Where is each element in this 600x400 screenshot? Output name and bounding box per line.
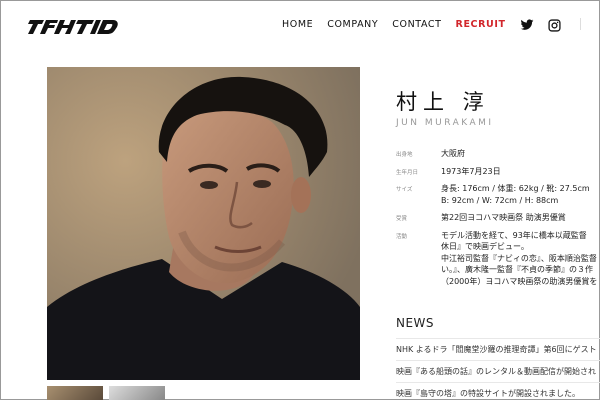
- nav-recruit[interactable]: RECRUIT: [456, 19, 506, 30]
- thumbnail-2[interactable]: [109, 386, 165, 400]
- header-divider: [580, 18, 581, 30]
- info-row-birthday: 生年月日 1973年7月23日: [396, 166, 600, 178]
- info-row-size: サイズ 身長: 176cm / 体重: 62kg / 靴: 27.5cm B: …: [396, 183, 600, 206]
- info-label: 出身地: [396, 152, 413, 158]
- info-value: 身長: 176cm / 体重: 62kg / 靴: 27.5cm B: 92cm…: [441, 184, 590, 205]
- info-label: 生年月日: [396, 169, 419, 176]
- photo-thumbnails: [47, 386, 165, 400]
- info-label: 活動: [396, 233, 408, 240]
- info-value: 1973年7月23日: [441, 166, 501, 176]
- nav-company[interactable]: COMPANY: [327, 19, 378, 30]
- profile-name-en: JUN MURAKAMI: [396, 118, 494, 128]
- info-row-birthplace: 出身地 大阪府: [396, 148, 600, 160]
- news-heading: NEWS: [396, 316, 435, 330]
- nav-home[interactable]: HOME: [282, 19, 313, 30]
- news-item[interactable]: NHK よるドラ「閻魔堂沙羅の推理奇譚」第6回にゲスト: [396, 338, 600, 361]
- info-row-career: 活動 モデル活動を経て、93年に橋本以蔵監督 休日』で映画デビュー。 中江裕司監…: [396, 230, 600, 288]
- info-value: 第22回ヨコハマ映画祭 助演男優賞: [441, 213, 566, 222]
- profile-photo: [47, 67, 360, 380]
- news-item[interactable]: 映画『ある船頭の話』のレンタル＆動画配信が開始され: [396, 361, 600, 383]
- twitter-icon[interactable]: [520, 17, 534, 31]
- info-label: サイズ: [396, 187, 413, 193]
- info-label: 受賞: [396, 216, 408, 222]
- brand-logo-mark: [28, 20, 118, 34]
- profile-name-jp: 村上 淳: [396, 90, 490, 114]
- social-links: [520, 17, 562, 32]
- news-item[interactable]: 映画『島守の塔』の特設サイトが開設されました。: [396, 383, 600, 400]
- profile-info: 出身地 大阪府 生年月日 1973年7月23日 サイズ 身長: 176cm / …: [396, 148, 600, 293]
- portrait-illustration: [47, 67, 360, 380]
- main-nav: HOME COMPANY CONTACT RECRUIT: [282, 19, 506, 30]
- news-list: NHK よるドラ「閻魔堂沙羅の推理奇譚」第6回にゲスト 映画『ある船頭の話』のレ…: [396, 338, 600, 400]
- info-value: 大阪府: [441, 149, 465, 158]
- info-row-award: 受賞 第22回ヨコハマ映画祭 助演男優賞: [396, 212, 600, 224]
- brand-logo[interactable]: [28, 14, 120, 36]
- thumbnail-1[interactable]: [47, 386, 103, 400]
- nav-contact[interactable]: CONTACT: [392, 19, 441, 30]
- instagram-icon[interactable]: [548, 17, 562, 32]
- info-value: モデル活動を経て、93年に橋本以蔵監督 休日』で映画デビュー。 中江裕司監督『ナ…: [441, 230, 598, 286]
